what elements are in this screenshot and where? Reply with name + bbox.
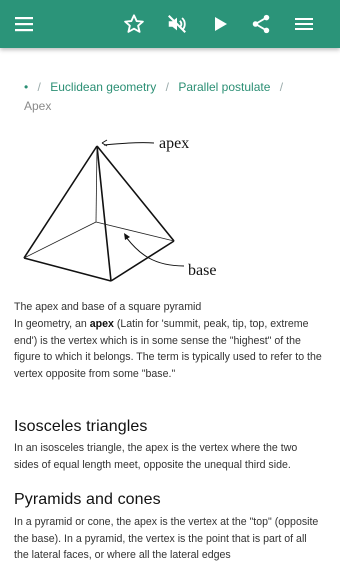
apex-label: apex bbox=[159, 135, 189, 152]
breadcrumb-item-parallel-postulate[interactable]: Parallel postulate bbox=[178, 80, 270, 94]
intro-paragraph: In geometry, an apex (Latin for 'summit,… bbox=[14, 316, 324, 382]
intro-text: In geometry, an bbox=[14, 318, 90, 330]
breadcrumb: • / Euclidean geometry / Parallel postul… bbox=[24, 78, 324, 116]
breadcrumb-separator: / bbox=[165, 80, 169, 94]
base-label: base bbox=[188, 262, 216, 279]
breadcrumb-item-euclidean-geometry[interactable]: Euclidean geometry bbox=[50, 80, 156, 94]
share-icon[interactable] bbox=[245, 8, 277, 40]
pyramid-diagram: apex base bbox=[23, 135, 216, 282]
figure-caption: The apex and base of a square pyramid bbox=[14, 301, 202, 313]
section-heading-isosceles: Isosceles triangles bbox=[14, 418, 148, 435]
breadcrumb-home[interactable]: • bbox=[24, 80, 28, 94]
pyramids-paragraph: In a pyramid or cone, the apex is the ve… bbox=[14, 516, 319, 561]
breadcrumb-current: Apex bbox=[24, 99, 52, 113]
apex-term: apex bbox=[89, 318, 114, 330]
breadcrumb-separator: / bbox=[37, 80, 41, 94]
breadcrumb-separator: / bbox=[279, 80, 284, 94]
app-toolbar bbox=[0, 0, 340, 48]
section-heading-pyramids: Pyramids and cones bbox=[14, 491, 161, 508]
play-icon[interactable] bbox=[204, 8, 236, 40]
menu-icon[interactable] bbox=[8, 8, 40, 40]
star-icon[interactable] bbox=[118, 8, 150, 40]
article-content: • / Euclidean geometry / Parallel postul… bbox=[0, 48, 340, 567]
list-icon[interactable] bbox=[288, 8, 320, 40]
pyramid-figure: apex base bbox=[14, 134, 234, 304]
mute-icon[interactable] bbox=[161, 8, 193, 40]
isosceles-paragraph: In an isosceles triangle, the apex is th… bbox=[14, 442, 298, 471]
